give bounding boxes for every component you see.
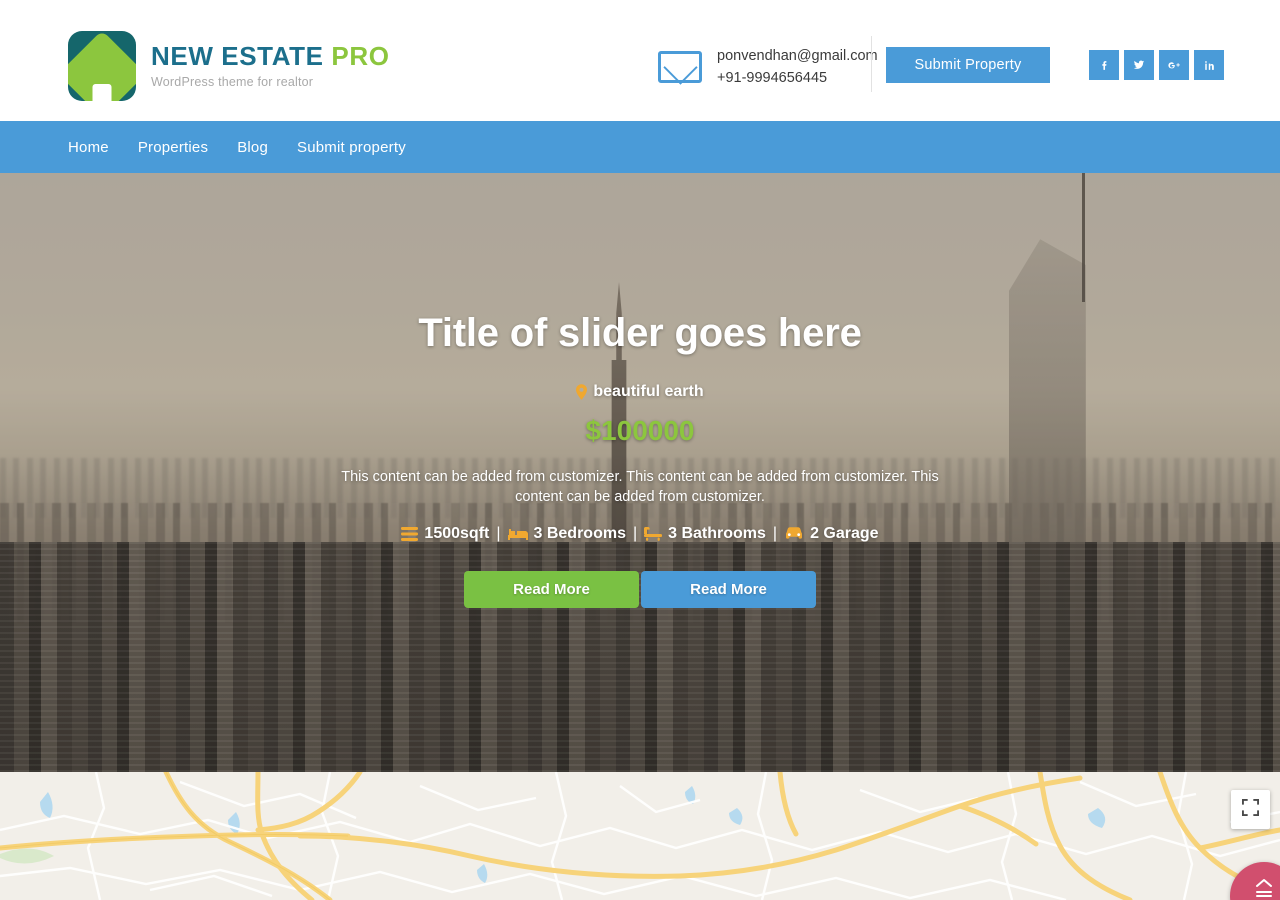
- contact-phone[interactable]: +91-9994656445: [717, 67, 878, 89]
- slider-buttons: Read More Read More: [0, 571, 1280, 608]
- map-pin-icon: [576, 384, 588, 400]
- slider-specs: 1500sqft | 3 Bedrooms | 3 Bathrooms | 2 …: [0, 525, 1280, 543]
- spec-garage: 2 Garage: [784, 525, 879, 543]
- submit-property-button[interactable]: Submit Property: [886, 47, 1050, 83]
- spec-garage-value: 2 Garage: [810, 525, 879, 542]
- map-roads: [0, 772, 1280, 900]
- area-bars-icon: [401, 527, 419, 541]
- hero-slider[interactable]: Title of slider goes here beautiful eart…: [0, 173, 1280, 772]
- fullscreen-icon: [1242, 798, 1259, 821]
- map-section[interactable]: attiபட்டி Karamadaiகாரமடை Bilichiபிலிச்ச…: [0, 772, 1280, 900]
- site-logo[interactable]: NEW ESTATE PRO WordPress theme for realt…: [68, 31, 390, 101]
- house-logo-icon: [68, 31, 136, 101]
- main-navigation: Home Properties Blog Submit property: [0, 121, 1280, 173]
- slider-location: beautiful earth: [0, 383, 1280, 401]
- header-divider: [871, 36, 872, 92]
- linkedin-icon[interactable]: [1194, 50, 1224, 80]
- spec-bathrooms-value: 3 Bathrooms: [668, 525, 766, 542]
- envelope-icon: [658, 51, 702, 83]
- contact-lines: ponvendhan@gmail.com +91-9994656445: [717, 45, 878, 89]
- facebook-icon[interactable]: [1089, 50, 1119, 80]
- google-plus-icon[interactable]: [1159, 50, 1189, 80]
- twitter-icon[interactable]: [1124, 50, 1154, 80]
- hero-content: Title of slider goes here beautiful eart…: [0, 173, 1280, 608]
- nav-item-submit-property[interactable]: Submit property: [297, 139, 406, 156]
- contact-email[interactable]: ponvendhan@gmail.com: [717, 45, 878, 67]
- brand-tagline: WordPress theme for realtor: [151, 75, 314, 90]
- social-links: [1089, 50, 1224, 80]
- bed-icon: [507, 527, 528, 541]
- header-contact-block: ponvendhan@gmail.com +91-9994656445: [658, 45, 878, 89]
- chevron-stack-icon: [1253, 877, 1275, 900]
- spec-separator: |: [632, 525, 638, 542]
- spec-bathrooms: 3 Bathrooms: [644, 525, 766, 543]
- nav-item-properties[interactable]: Properties: [138, 139, 208, 156]
- spec-area-value: 1500sqft: [424, 525, 490, 542]
- site-header: NEW ESTATE PRO WordPress theme for realt…: [0, 0, 1280, 121]
- spec-separator: |: [772, 525, 778, 542]
- spec-bedrooms-value: 3 Bedrooms: [533, 525, 626, 542]
- slider-price: $100000: [585, 415, 695, 446]
- bathtub-icon: [644, 526, 663, 542]
- slider-location-text: beautiful earth: [593, 383, 704, 400]
- read-more-button-secondary[interactable]: Read More: [641, 571, 816, 608]
- read-more-button-primary[interactable]: Read More: [464, 571, 639, 608]
- nav-item-blog[interactable]: Blog: [237, 139, 268, 156]
- spec-area: 1500sqft: [401, 525, 489, 543]
- brand-text: NEW ESTATE PRO WordPress theme for realt…: [151, 43, 390, 89]
- spec-separator: |: [496, 525, 501, 542]
- brand-title: NEW ESTATE PRO: [151, 43, 390, 69]
- spec-bedrooms: 3 Bedrooms: [507, 525, 626, 543]
- brand-title-secondary: PRO: [331, 41, 390, 72]
- nav-item-home[interactable]: Home: [68, 139, 109, 156]
- car-icon: [784, 527, 804, 541]
- slider-title: Title of slider goes here: [418, 311, 862, 355]
- slider-description: This content can be added from customize…: [341, 469, 939, 505]
- brand-title-primary: NEW ESTATE: [151, 41, 324, 72]
- map-fullscreen-button[interactable]: [1231, 790, 1270, 829]
